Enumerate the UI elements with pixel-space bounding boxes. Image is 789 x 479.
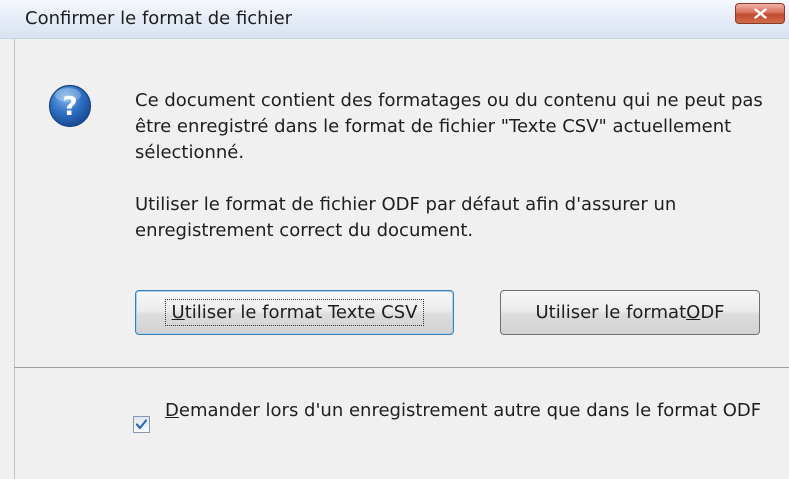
window-border	[14, 38, 15, 479]
odf-button-label-suffix: DF	[700, 302, 725, 323]
question-mark-icon: ?	[48, 84, 92, 128]
ask-format-checkbox-label[interactable]: Demander lors d'un enregistrement autre …	[165, 398, 765, 424]
checkmark-icon	[135, 419, 148, 430]
csv-mnemonic: U	[171, 302, 185, 323]
title-bar[interactable]: Confirmer le format de fichier	[0, 0, 789, 39]
checkbox-label-text: emander lors d'un enregistrement autre q…	[178, 400, 762, 421]
odf-button-label-prefix: Utiliser le format	[535, 302, 687, 323]
separator	[14, 367, 789, 368]
use-csv-format-button[interactable]: Utiliser le format Texte CSV	[135, 290, 454, 335]
message-paragraph-1: Ce document contient des formatages ou d…	[135, 90, 763, 163]
close-icon	[754, 8, 767, 19]
ask-format-checkbox[interactable]	[133, 416, 150, 433]
svg-text:?: ?	[62, 92, 77, 122]
csv-button-label: tiliser le format Texte CSV	[184, 302, 418, 323]
dialog-window: Confirmer le format de fichier ? Ce docu…	[0, 0, 789, 479]
focus-rectangle: Utiliser le format Texte CSV	[164, 299, 425, 326]
odf-mnemonic: O	[686, 302, 701, 323]
dialog-message: Ce document contient des formatages ou d…	[135, 88, 775, 244]
dialog-title: Confirmer le format de fichier	[25, 8, 293, 29]
message-paragraph-2: Utiliser le format de fichier ODF par dé…	[135, 194, 677, 241]
use-odf-format-button[interactable]: Utiliser le format O DF	[500, 290, 760, 335]
checkbox-mnemonic: D	[165, 400, 179, 421]
close-button[interactable]	[735, 3, 785, 24]
